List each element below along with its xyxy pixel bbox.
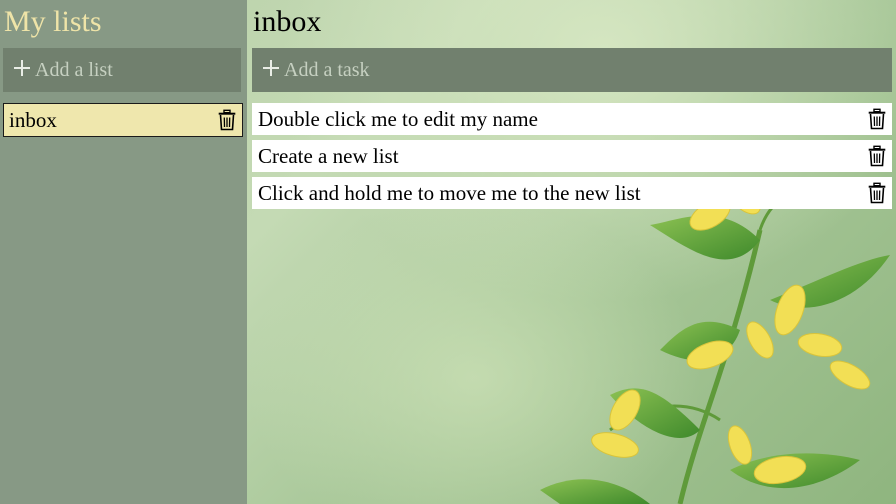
add-list-button[interactable]: Add a list	[3, 48, 241, 92]
add-task-label: Add a task	[284, 58, 370, 81]
list-name: inbox	[9, 107, 57, 132]
todo-app: My lists Add a list inbox inbox Add a ta…	[0, 0, 896, 504]
plus-icon	[14, 60, 30, 76]
sidebar: My lists Add a list inbox	[0, 0, 247, 504]
add-task-button[interactable]: Add a task	[252, 48, 892, 92]
task-item[interactable]: Double click me to edit my name	[252, 103, 892, 135]
plus-icon	[263, 60, 279, 76]
task-text: Double click me to edit my name	[258, 106, 538, 131]
task-item[interactable]: Click and hold me to move me to the new …	[252, 177, 892, 209]
page-title: inbox	[253, 5, 322, 38]
add-list-label: Add a list	[35, 58, 113, 81]
trash-icon[interactable]	[218, 109, 236, 131]
task-text: Create a new list	[258, 143, 399, 168]
task-text: Click and hold me to move me to the new …	[258, 180, 641, 205]
trash-icon[interactable]	[868, 182, 886, 204]
trash-icon[interactable]	[868, 145, 886, 167]
task-item[interactable]: Create a new list	[252, 140, 892, 172]
sidebar-title: My lists	[4, 5, 102, 38]
trash-icon[interactable]	[868, 108, 886, 130]
sidebar-item-inbox[interactable]: inbox	[3, 103, 243, 137]
